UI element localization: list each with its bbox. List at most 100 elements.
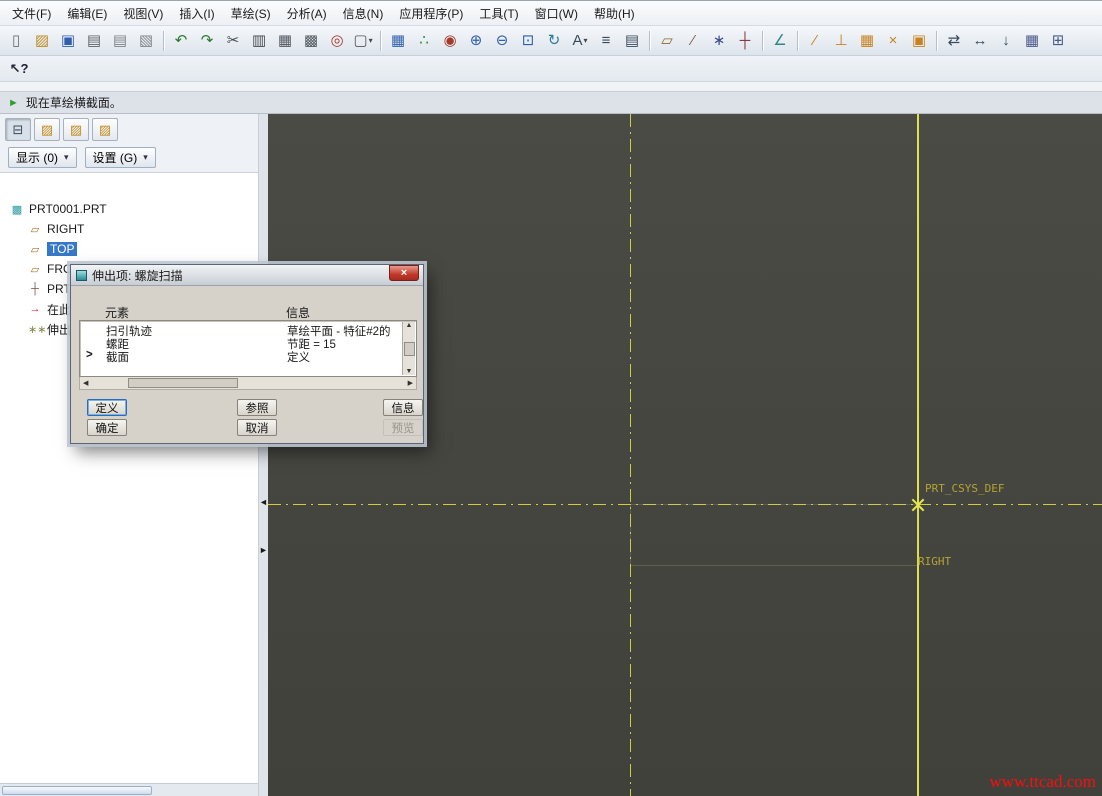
menu-item[interactable]: 窗口(W): [527, 1, 586, 26]
print-icon[interactable]: ▤: [82, 29, 106, 53]
sketch-orient-icon-glyph: ⇄: [947, 32, 961, 49]
grid-display-toggle-icon[interactable]: ▦: [855, 29, 879, 53]
redo-icon[interactable]: ↷: [195, 29, 219, 53]
grid-icon[interactable]: ▦: [1020, 29, 1044, 53]
snap-icon[interactable]: ⊞: [1046, 29, 1070, 53]
toolbar-gap: [0, 82, 1102, 91]
csys-toggle-icon[interactable]: ┼: [733, 29, 757, 53]
cut-icon[interactable]: ✂: [221, 29, 245, 53]
graphics-area[interactable]: PRT_CSYS_DEF RIGHT www.ttcad.com: [268, 114, 1102, 796]
new-file-icon[interactable]: ▯: [4, 29, 28, 53]
copy-icon-glyph: ▥: [251, 32, 267, 49]
menu-item[interactable]: 插入(I): [171, 1, 222, 26]
define-button[interactable]: 定义: [87, 399, 127, 416]
repaint-icon[interactable]: ↻: [542, 29, 566, 53]
favorites-tab[interactable]: ▨: [63, 118, 89, 141]
dim-display-toggle-icon[interactable]: ⁄: [803, 29, 827, 53]
constraint-display-toggle-icon-glyph: ⊥: [834, 32, 848, 49]
menu-item[interactable]: 分析(A): [279, 1, 335, 26]
model-tree-tab[interactable]: ⊟: [5, 118, 31, 141]
settings-dropdown[interactable]: 设置 (G) ▾: [84, 147, 156, 168]
cancel-button[interactable]: 取消: [237, 419, 277, 436]
verify-icon[interactable]: ◉: [438, 29, 462, 53]
element-row[interactable]: 扫引轨迹 草绘平面 - 特征#2的: [80, 323, 416, 338]
scroll-left-icon[interactable]: ◀: [83, 379, 88, 387]
datum-planes-toggle-icon[interactable]: ▱: [655, 29, 679, 53]
horizontal-scrollbar[interactable]: ◀ ▶: [79, 377, 417, 390]
menu-item[interactable]: 文件(F): [4, 1, 59, 26]
plot-icon[interactable]: ▤: [108, 29, 132, 53]
menu-item[interactable]: 草绘(S): [223, 1, 279, 26]
shade-display-toggle-icon[interactable]: ▣: [907, 29, 931, 53]
paste-special-icon[interactable]: ▩: [299, 29, 323, 53]
show-dropdown[interactable]: 显示 (0) ▾: [8, 147, 77, 168]
info-button[interactable]: 信息: [383, 399, 423, 416]
element-row[interactable]: 螺距 节距 = 15: [80, 336, 416, 351]
tree-root-node[interactable]: ▩ PRT0001.PRT: [0, 199, 258, 219]
zoom-fit-icon-glyph: ⊡: [521, 32, 535, 49]
panel-splitter[interactable]: ◄ ►: [258, 114, 268, 796]
folder-browser-tab[interactable]: ▨: [34, 118, 60, 141]
references-button[interactable]: 参照: [237, 399, 277, 416]
toolbar-separator: [936, 30, 937, 51]
vertical-scrollbar[interactable]: ▲ ▼: [402, 322, 415, 375]
datum-graph-icon[interactable]: ∴: [412, 29, 436, 53]
menu-item[interactable]: 应用程序(P): [391, 1, 471, 26]
sketch-setup-icon[interactable]: ▦: [386, 29, 410, 53]
zoom-out-icon-glyph: ⊖: [495, 32, 509, 49]
find-icon[interactable]: ◎: [325, 29, 349, 53]
scroll-down-icon[interactable]: ▼: [406, 368, 413, 375]
copy-icon[interactable]: ▥: [247, 29, 271, 53]
menu-item[interactable]: 编辑(E): [59, 1, 115, 26]
menu-item[interactable]: 工具(T): [471, 1, 526, 26]
scrollbar-thumb[interactable]: [403, 341, 415, 356]
context-help-icon[interactable]: ↖?: [7, 57, 31, 81]
undo-icon-glyph: ↶: [174, 32, 188, 49]
scrollbar-thumb[interactable]: [2, 786, 152, 795]
sketch-orient-icon[interactable]: ⇄: [942, 29, 966, 53]
fit-width-icon[interactable]: ↔: [968, 29, 992, 53]
open-file-icon[interactable]: ▨: [30, 29, 54, 53]
context-help-glyph: ↖?: [9, 61, 29, 76]
history-tab[interactable]: ▨: [92, 118, 118, 141]
view-manager-icon[interactable]: ▤: [620, 29, 644, 53]
expand-panel-arrow-icon[interactable]: ►: [259, 546, 268, 555]
selection-filter-icon[interactable]: ▢ ▾: [351, 29, 375, 53]
tree-item-right[interactable]: ▱ RIGHT: [0, 219, 258, 239]
constraint-display-toggle-icon[interactable]: ⊥: [829, 29, 853, 53]
undo-icon[interactable]: ↶: [169, 29, 193, 53]
save-icon[interactable]: ▣: [56, 29, 80, 53]
datum-axes-toggle-icon[interactable]: ⁄: [681, 29, 705, 53]
collapse-panel-arrow-icon[interactable]: ◄: [259, 498, 268, 507]
paste-icon[interactable]: ▦: [273, 29, 297, 53]
tree-item-top[interactable]: ▱ TOP: [0, 239, 258, 259]
sketcher-display-icon-glyph: ∠: [773, 32, 787, 49]
tree-root-label: PRT0001.PRT: [29, 202, 107, 216]
saved-views-icon[interactable]: A ▾: [568, 29, 592, 53]
dialog-title-bar[interactable]: 伸出项: 螺旋扫描 ×: [71, 265, 423, 286]
ok-button[interactable]: 确定: [87, 419, 127, 436]
menu-item[interactable]: 帮助(H): [586, 1, 643, 26]
tree-horizontal-scrollbar[interactable]: [0, 783, 258, 796]
zoom-out-icon[interactable]: ⊖: [490, 29, 514, 53]
erase-display-icon[interactable]: ▧: [134, 29, 158, 53]
scroll-right-icon[interactable]: ▶: [408, 379, 413, 387]
element-row[interactable]: > 截面 定义: [80, 349, 416, 364]
vertex-display-toggle-icon[interactable]: ×: [881, 29, 905, 53]
zoom-fit-icon[interactable]: ⊡: [516, 29, 540, 53]
element-info: 定义: [287, 352, 310, 364]
sketcher-display-icon[interactable]: ∠: [768, 29, 792, 53]
scroll-up-icon[interactable]: ▲: [406, 322, 413, 329]
helical-sweep-feature-icon: ∗∗: [28, 323, 47, 336]
scrollbar-thumb[interactable]: [128, 378, 238, 388]
tree-tab-bar: ⊟ ▨ ▨ ▨: [0, 114, 258, 145]
menu-item[interactable]: 信息(N): [335, 1, 392, 26]
fit-height-icon[interactable]: ↓: [994, 29, 1018, 53]
layers-icon[interactable]: ≡: [594, 29, 618, 53]
view-manager-icon-glyph: ▤: [624, 32, 640, 49]
dim-display-toggle-icon-glyph: ⁄: [813, 32, 817, 49]
datum-points-toggle-icon[interactable]: ∗: [707, 29, 731, 53]
zoom-in-icon[interactable]: ⊕: [464, 29, 488, 53]
close-icon[interactable]: ×: [389, 265, 419, 281]
menu-item[interactable]: 视图(V): [115, 1, 171, 26]
